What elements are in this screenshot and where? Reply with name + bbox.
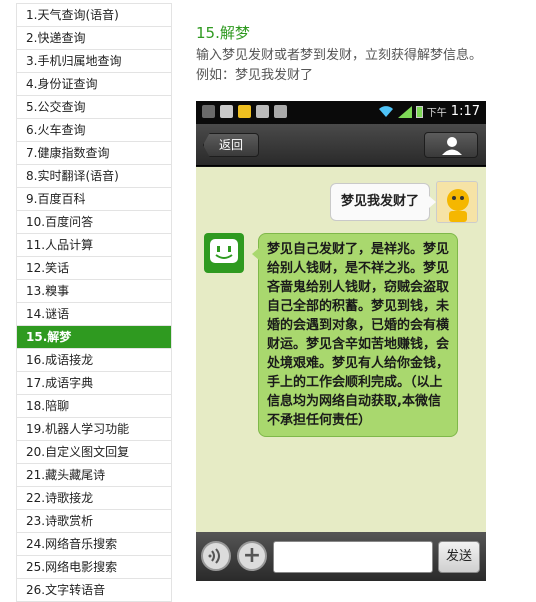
sidebar-item[interactable]: 6.火车查询	[16, 119, 172, 142]
bot-reply-bubble: 梦见自己发财了，是祥兆。梦见给别人钱财，是不祥之兆。梦见吝啬鬼给别人钱财，窃贼会…	[252, 233, 458, 437]
app-icon	[202, 105, 215, 118]
sidebar-item[interactable]: 24.网络音乐搜索	[16, 533, 172, 556]
notification-icon	[238, 105, 251, 118]
status-time: 1:17	[450, 104, 480, 119]
user-avatar	[436, 181, 478, 223]
sidebar-item[interactable]: 8.实时翻译(语音)	[16, 165, 172, 188]
message-input[interactable]	[273, 541, 433, 573]
sidebar-item[interactable]: 11.人品计算	[16, 234, 172, 257]
sidebar-item[interactable]: 3.手机归属地查询	[16, 50, 172, 73]
sidebar-menu: 1.天气查询(语音) 2.快递查询 3.手机归属地查询 4.身份证查询 5.公交查询 6.…	[16, 3, 172, 602]
download-icon	[274, 105, 287, 118]
voice-button[interactable]	[201, 541, 231, 571]
input-bar: + 发送	[196, 532, 486, 581]
smiley-icon	[210, 239, 238, 263]
battery-icon	[415, 105, 423, 118]
sidebar-item[interactable]: 14.谜语	[16, 303, 172, 326]
bot-avatar	[204, 233, 244, 273]
sidebar-item[interactable]: 18.陪聊	[16, 395, 172, 418]
sidebar-item[interactable]: 15.解梦	[16, 326, 172, 349]
wifi-icon	[378, 105, 393, 117]
add-button[interactable]: +	[237, 541, 267, 571]
user-message-bubble: 梦见我发财了	[329, 183, 437, 221]
sidebar-item[interactable]: 9.百度百科	[16, 188, 172, 211]
chat-area: 梦见我发财了 梦见自己发财了，是祥兆。梦见给别人钱财，是不祥之兆。梦见吝啬鬼给别…	[196, 167, 486, 532]
sidebar-item[interactable]: 20.自定义图文回复	[16, 441, 172, 464]
status-ampm: 下午	[426, 108, 447, 119]
sidebar-item[interactable]: 23.诗歌赏析	[16, 510, 172, 533]
sidebar-item[interactable]: 7.健康指数查询	[16, 142, 172, 165]
cartoon-avatar-icon	[437, 182, 477, 222]
sidebar-item[interactable]: 13.糗事	[16, 280, 172, 303]
example-line: 例如：梦见我发财了	[196, 68, 314, 83]
sidebar-item[interactable]: 4.身份证查询	[16, 73, 172, 96]
back-button[interactable]: 返回	[203, 133, 259, 157]
image-icon	[256, 105, 269, 118]
notification-icons	[202, 105, 287, 118]
usb-icon	[220, 105, 233, 118]
sidebar-item[interactable]: 12.笑话	[16, 257, 172, 280]
sidebar-item[interactable]: 17.成语字典	[16, 372, 172, 395]
chat-navbar: 返回	[196, 124, 486, 166]
status-right: 下午 1:17	[378, 104, 480, 119]
page-description: 输入梦见发财或者梦到发财，立刻获得解梦信息。 例如：梦见我发财了	[196, 46, 526, 86]
description-line: 输入梦见发财或者梦到发财，立刻获得解梦信息。	[196, 48, 483, 63]
sidebar-item[interactable]: 22.诗歌接龙	[16, 487, 172, 510]
page-title: 15.解梦	[196, 24, 250, 42]
plus-icon: +	[242, 543, 262, 568]
sidebar-item[interactable]: 25.网络电影搜索	[16, 556, 172, 579]
signal-icon	[397, 105, 412, 118]
sidebar-item[interactable]: 16.成语接龙	[16, 349, 172, 372]
person-icon	[442, 137, 462, 155]
send-button[interactable]: 发送	[438, 541, 480, 573]
sidebar-item[interactable]: 5.公交查询	[16, 96, 172, 119]
phone-screenshot: 下午 1:17 返回 梦见我发财了 梦见自己发财了，是祥兆。梦见给别人钱财，是不…	[196, 101, 486, 581]
sidebar-item[interactable]: 1.天气查询(语音)	[16, 4, 172, 27]
sidebar-item[interactable]: 19.机器人学习功能	[16, 418, 172, 441]
status-bar: 下午 1:17	[196, 101, 486, 124]
profile-button[interactable]	[424, 132, 478, 158]
sidebar-item[interactable]: 2.快递查询	[16, 27, 172, 50]
voice-wave-icon	[208, 548, 220, 564]
sidebar-item[interactable]: 26.文字转语音	[16, 579, 172, 602]
sidebar-item[interactable]: 21.藏头藏尾诗	[16, 464, 172, 487]
sidebar-item[interactable]: 10.百度问答	[16, 211, 172, 234]
